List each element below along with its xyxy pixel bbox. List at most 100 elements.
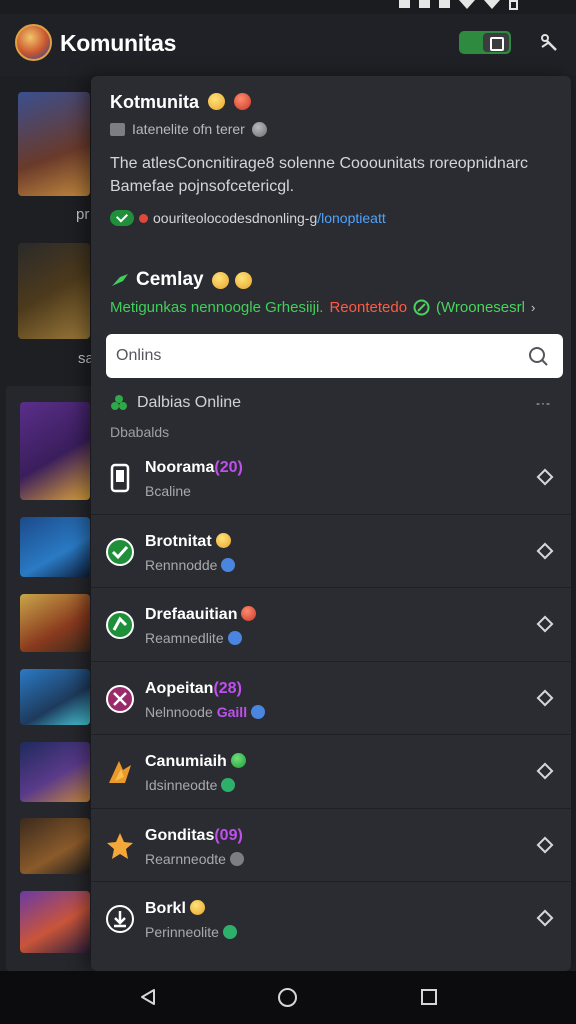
member-subtitle-text: Rennnodde [145,556,218,573]
member-subtitle-text: Perinneolite [145,924,219,940]
member-subtitle: Rennnodde [145,556,236,573]
community-thumbnail[interactable] [18,92,90,196]
tag-red-text: Reontetedo [329,299,408,316]
member-name-text: Gonditas [145,826,215,844]
red-emoji-icon [234,93,252,110]
smile-emoji-icon [211,271,229,289]
camera-icon [483,33,509,52]
member-action-icon[interactable] [536,468,554,486]
battery-icon [509,0,518,10]
section-title: Cemlay [136,269,204,290]
section-title-row: Cemlay [110,269,252,291]
member-name-text: Borkl [145,900,186,917]
community-popup-card: Kotmunita Iatenelite ofn terer The atles… [91,76,571,971]
verified-badge-icon [251,704,266,719]
member-name: Aopeitan(28) [145,680,242,698]
community-thumbnail[interactable] [18,243,90,339]
member-subtitle-text: Reamnedlite [145,630,224,646]
green-check-icon [105,537,135,567]
member-subtitle-text: Bcaline [145,483,191,499]
member-name-text: Drefaauitian [145,606,238,623]
search-bar[interactable] [106,334,563,378]
navigation-bar [0,971,576,1024]
verified-badge-icon [229,851,244,866]
community-thumbnail[interactable] [20,742,90,802]
member-subtitle: Idsinneodte [145,777,236,793]
member-row[interactable]: Gonditas(09) Rearnneodte [91,809,571,882]
member-action-icon[interactable] [536,615,554,633]
tag-green-text: Metigunkas nennoogle Grhesiiji. [110,299,324,316]
community-thumbnail[interactable] [20,402,90,500]
bg-community-list [6,386,96,971]
member-name-text: Brotnitat [145,532,212,550]
group-label: Dbabalds [110,424,170,440]
community-thumbnail[interactable] [20,669,90,725]
online-header[interactable]: Dalbias Online [110,394,241,412]
community-thumbnail[interactable] [20,594,90,652]
app-bar: Komunitas [0,14,576,76]
search-icon[interactable] [527,345,549,367]
member-action-icon[interactable] [536,689,554,706]
community-thumbnail[interactable] [20,818,90,874]
tools-icon[interactable] [538,32,560,54]
member-action-icon[interactable] [536,836,554,853]
community-thumbnail[interactable] [20,891,90,953]
card-subtitle: Iatenelite ofn terer [132,121,245,137]
member-action-icon[interactable] [536,762,554,780]
card-subtitle-row: Iatenelite ofn terer [110,121,267,137]
tag-green2-text: (Wroonesesrl [436,299,525,316]
camera-toggle[interactable] [459,31,511,54]
verified-pill-icon [110,210,134,226]
home-icon[interactable] [278,988,297,1007]
phone-icon [105,463,135,493]
card-link-row[interactable]: oouriteolocodesdnonling-g /lonoptieatt [110,210,386,226]
folder-icon [110,122,125,136]
recents-icon[interactable] [421,989,437,1005]
sim-icon [419,0,430,8]
member-action-icon[interactable] [536,542,554,559]
card-description: The atlesConcnitirage8 solenne Cooounita… [110,155,529,195]
chevron-right-icon[interactable]: › [531,300,535,315]
member-name-text: Canumiaih [145,753,227,770]
smile-emoji-icon [208,93,226,110]
community-thumbnail[interactable] [20,517,90,577]
smile-emoji-icon [234,271,252,289]
card-title: Kotmunita [110,92,199,112]
member-row[interactable]: Brotnitat Rennnodde [91,515,571,588]
red-emoji-icon [241,606,257,621]
collapse-icon[interactable]: -·- [536,396,551,410]
member-name: Canumiaih [145,753,246,771]
download-icon [105,904,135,934]
member-row[interactable]: Aopeitan(28) Nelnnoode Gaill [91,662,571,735]
bg-label-1: pr [76,206,90,223]
member-subtitle: Bcaline [145,483,191,499]
back-icon[interactable] [139,988,157,1006]
search-input[interactable] [116,334,516,378]
member-name-text: Noorama [145,459,215,476]
member-name-text: Aopeitan [145,679,214,697]
star-icon [105,831,135,861]
member-row[interactable]: Borkl Perinneolite [91,882,571,956]
member-row[interactable]: Noorama(20) Bcaline [91,441,571,515]
app-title: Komunitas [60,30,177,56]
member-action-icon[interactable] [536,909,554,927]
member-count-badge: (20) [214,459,243,476]
leaf-icon [112,274,128,286]
signal-icon [484,0,500,9]
card-title-row: Kotmunita [110,92,252,113]
grey-status-icon [251,121,267,137]
status-icons [399,0,518,10]
member-subtitle-text: Idsinneodte [145,777,218,793]
member-subtitle: Reamnedlite [145,630,242,646]
card-link-accent[interactable]: /lonoptieatt [317,210,386,226]
card-link-text[interactable]: oouriteolocodesdnonling-g [153,210,317,226]
member-subtitle: Nelnnoode Gaill [145,704,266,720]
app-avatar[interactable] [15,24,52,61]
member-row[interactable]: Canumiaih Idsinneodte [91,735,571,809]
leaf-circle-icon [413,299,430,316]
member-row[interactable]: Drefaauitian Reamnedlite [91,588,571,662]
member-subtitle: Perinneolite [145,924,237,940]
tag-row[interactable]: Metigunkas nennoogle Grhesiiji. Reontete… [110,299,535,316]
notification-icon [399,0,410,8]
green-slash-icon [105,610,135,640]
